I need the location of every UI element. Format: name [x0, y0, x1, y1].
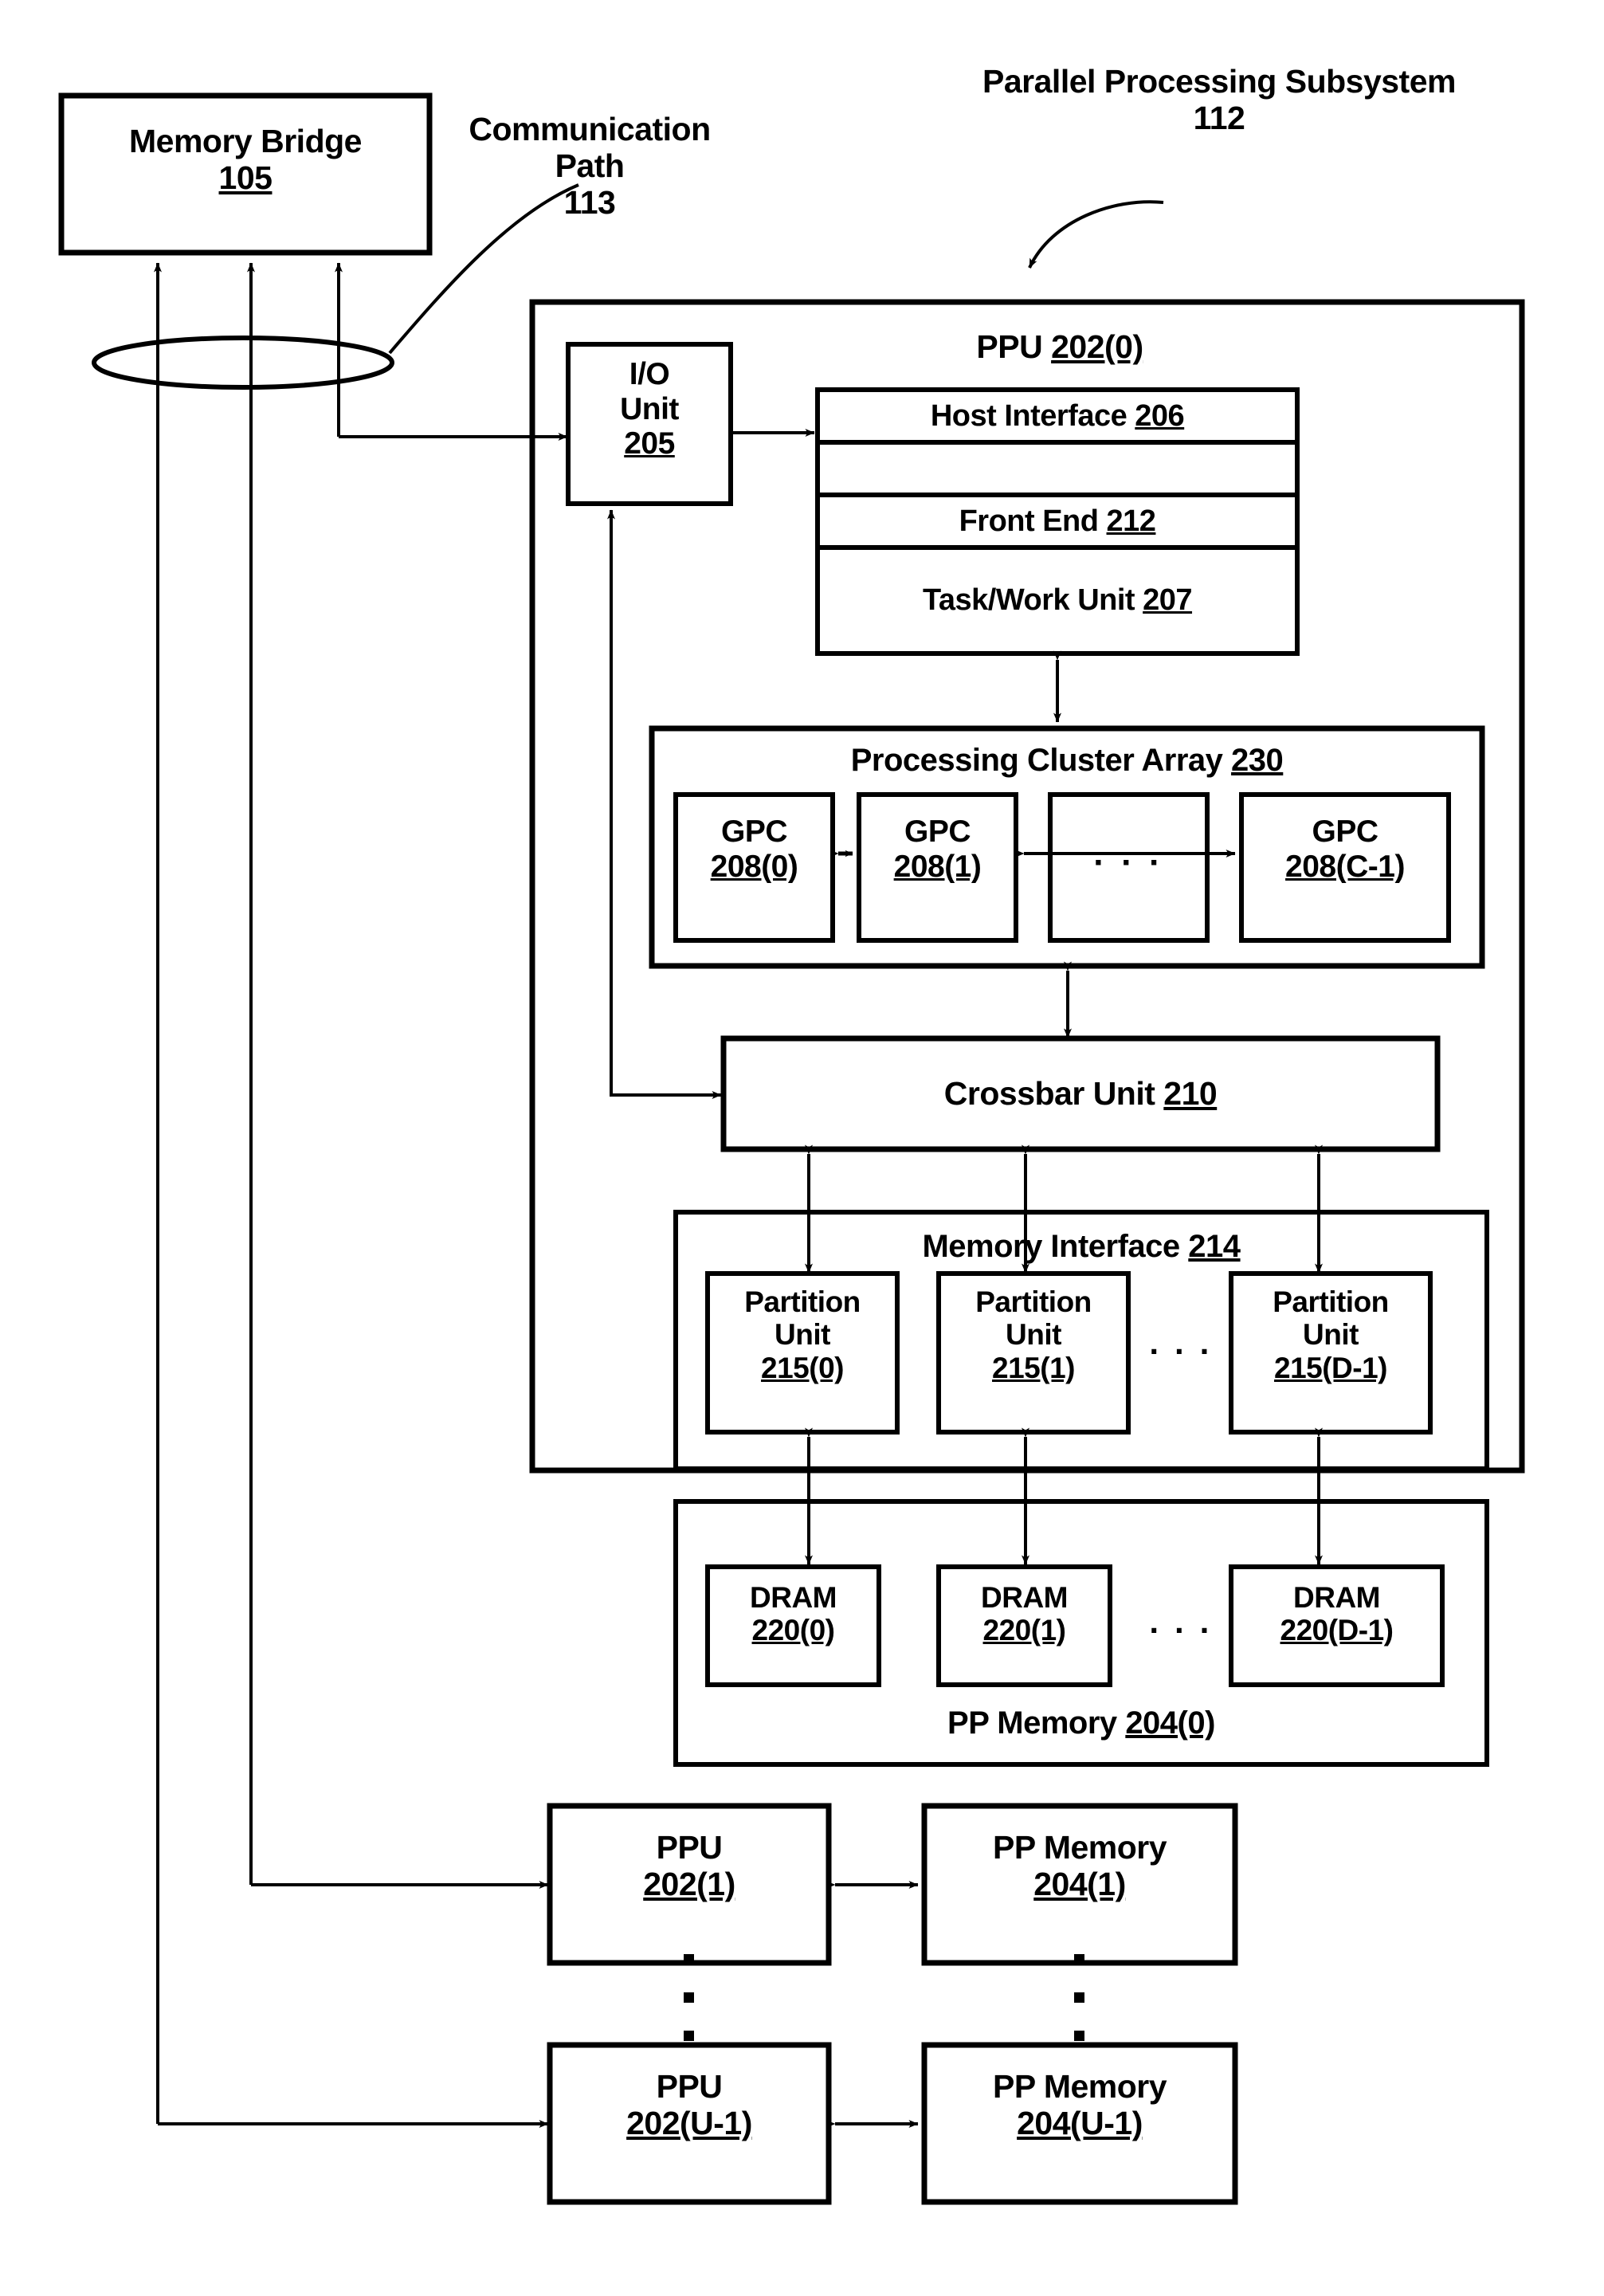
dram-d-1-name: DRAM: [1293, 1581, 1380, 1614]
dram-ellipsis: · · ·: [1131, 1611, 1231, 1649]
pca-ref: 230: [1231, 743, 1284, 778]
dram-1-ref: 220(1): [982, 1614, 1066, 1647]
ppu-u-1[interactable]: PPU 202(U-1): [550, 2068, 829, 2142]
dram-1-name: DRAM: [981, 1581, 1068, 1614]
partition-unit-d-1-ref: 215(D-1): [1274, 1351, 1388, 1384]
ppu-1-name: PPU: [656, 1829, 723, 1866]
ppu0-title-name: PPU: [976, 328, 1043, 365]
dram-ellipsis-text: · · ·: [1149, 1611, 1214, 1649]
dram-1[interactable]: DRAM 220(1): [939, 1581, 1110, 1647]
crossbar-unit[interactable]: Crossbar Unit 210: [724, 1038, 1437, 1149]
ppu-u-1-ref: 202(U-1): [626, 2104, 752, 2141]
partition-unit-1-ref: 215(1): [992, 1351, 1075, 1384]
pp-memory-1-name: PP Memory: [992, 1829, 1167, 1866]
dram-0[interactable]: DRAM 220(0): [708, 1581, 879, 1647]
gpc-ellipsis: · · ·: [1050, 843, 1207, 882]
gpc-c-1-ref: 208(C-1): [1285, 849, 1405, 884]
io-unit-line1: I/O: [629, 357, 670, 391]
dram-d-1-ref: 220(D-1): [1280, 1614, 1394, 1647]
pp-memory-1-ref: 204(1): [1033, 1865, 1126, 1902]
dram-d-1[interactable]: DRAM 220(D-1): [1231, 1581, 1442, 1647]
gpc-0-name: GPC: [720, 814, 788, 849]
communication-path-name: Communication Path: [469, 111, 711, 184]
parallel-processing-subsystem-annotation: Parallel Processing Subsystem 112: [972, 63, 1466, 137]
ppu0-title: PPU 202(0): [853, 328, 1267, 366]
partition-unit-0[interactable]: Partition Unit 215(0): [708, 1285, 897, 1384]
ppu-1[interactable]: PPU 202(1): [550, 1829, 829, 1903]
partition-unit-1-line1: Partition: [975, 1285, 1092, 1318]
partition-unit-ellipsis: · · ·: [1131, 1332, 1231, 1370]
dram-0-name: DRAM: [750, 1581, 837, 1614]
crossbar-unit-name: Crossbar Unit: [943, 1074, 1155, 1112]
ppu0-title-ref: 202(0): [1051, 328, 1143, 365]
task-work-unit-ref: 207: [1143, 583, 1193, 617]
gpc-c-1[interactable]: GPC 208(C-1): [1241, 814, 1449, 884]
host-interface-name: Host Interface: [930, 398, 1128, 433]
host-interface-ref: 206: [1135, 398, 1185, 433]
pp-memory-0-ref: 204(0): [1125, 1705, 1215, 1741]
pp-memory-1[interactable]: PP Memory 204(1): [924, 1829, 1235, 1903]
memory-interface-title: Memory Interface 214: [676, 1229, 1487, 1265]
partition-unit-d-1-line1: Partition: [1273, 1285, 1389, 1318]
dram-0-ref: 220(0): [751, 1614, 835, 1647]
pps-ref: 112: [1193, 99, 1245, 136]
pps-name: Parallel Processing Subsystem: [982, 63, 1456, 100]
partition-unit-d-1-line2: Unit: [1303, 1318, 1359, 1352]
front-end-name: Front End: [959, 504, 1099, 538]
communication-path-annotation: Communication Path 113: [430, 111, 749, 222]
memory-bridge-name: Memory Bridge: [129, 123, 362, 159]
gpc-1-ref: 208(1): [893, 849, 982, 884]
figure-canvas: Memory Bridge 105 Communication Path 113…: [0, 0, 1604, 2296]
partition-unit-0-line2: Unit: [775, 1318, 830, 1352]
pp-memory-u-1[interactable]: PP Memory 204(U-1): [924, 2068, 1235, 2142]
partition-unit-d-1[interactable]: Partition Unit 215(D-1): [1231, 1285, 1430, 1384]
pca-name: Processing Cluster Array: [850, 743, 1223, 778]
ppu-u-1-name: PPU: [656, 2068, 723, 2105]
pp-memory-u-1-name: PP Memory: [992, 2068, 1167, 2105]
communication-path-ref: 113: [563, 183, 616, 221]
front-end-row: Front End 212: [818, 495, 1297, 548]
io-unit-line2: Unit: [620, 391, 679, 426]
partition-unit-1-line2: Unit: [1006, 1318, 1061, 1352]
front-end-ref: 212: [1106, 504, 1156, 538]
gpc-0[interactable]: GPC 208(0): [676, 814, 833, 884]
gpc-ellipsis-text: · · ·: [1093, 843, 1164, 882]
processing-cluster-array-title: Processing Cluster Array 230: [652, 743, 1482, 779]
gpc-c-1-name: GPC: [1312, 814, 1378, 849]
pp-memory-u-1-ref: 204(U-1): [1017, 2104, 1143, 2141]
memory-interface-ref: 214: [1188, 1229, 1241, 1264]
partition-unit-1[interactable]: Partition Unit 215(1): [939, 1285, 1128, 1384]
gpc-1-name: GPC: [904, 814, 971, 849]
memory-interface-name: Memory Interface: [922, 1229, 1180, 1264]
pp-memory-0-title: PP Memory 204(0): [676, 1705, 1487, 1741]
partition-unit-0-line1: Partition: [744, 1285, 861, 1318]
task-work-unit-row: Task/Work Unit 207: [818, 574, 1297, 626]
task-work-unit-name: Task/Work Unit: [922, 583, 1135, 617]
partition-unit-0-ref: 215(0): [761, 1351, 844, 1384]
io-unit-ref: 205: [624, 426, 675, 461]
pp-memory-0-name: PP Memory: [947, 1705, 1117, 1741]
crossbar-unit-ref: 210: [1163, 1074, 1218, 1112]
io-unit-label: I/O Unit 205: [568, 357, 731, 461]
ppu-1-ref: 202(1): [643, 1865, 735, 1902]
gpc-1[interactable]: GPC 208(1): [859, 814, 1016, 884]
memory-bridge-ref: 105: [218, 159, 273, 196]
partition-unit-ellipsis-text: · · ·: [1149, 1332, 1214, 1370]
memory-bridge-label: Memory Bridge 105: [61, 123, 429, 197]
gpc-0-ref: 208(0): [710, 849, 798, 884]
host-interface-row: Host Interface 206: [818, 390, 1297, 442]
